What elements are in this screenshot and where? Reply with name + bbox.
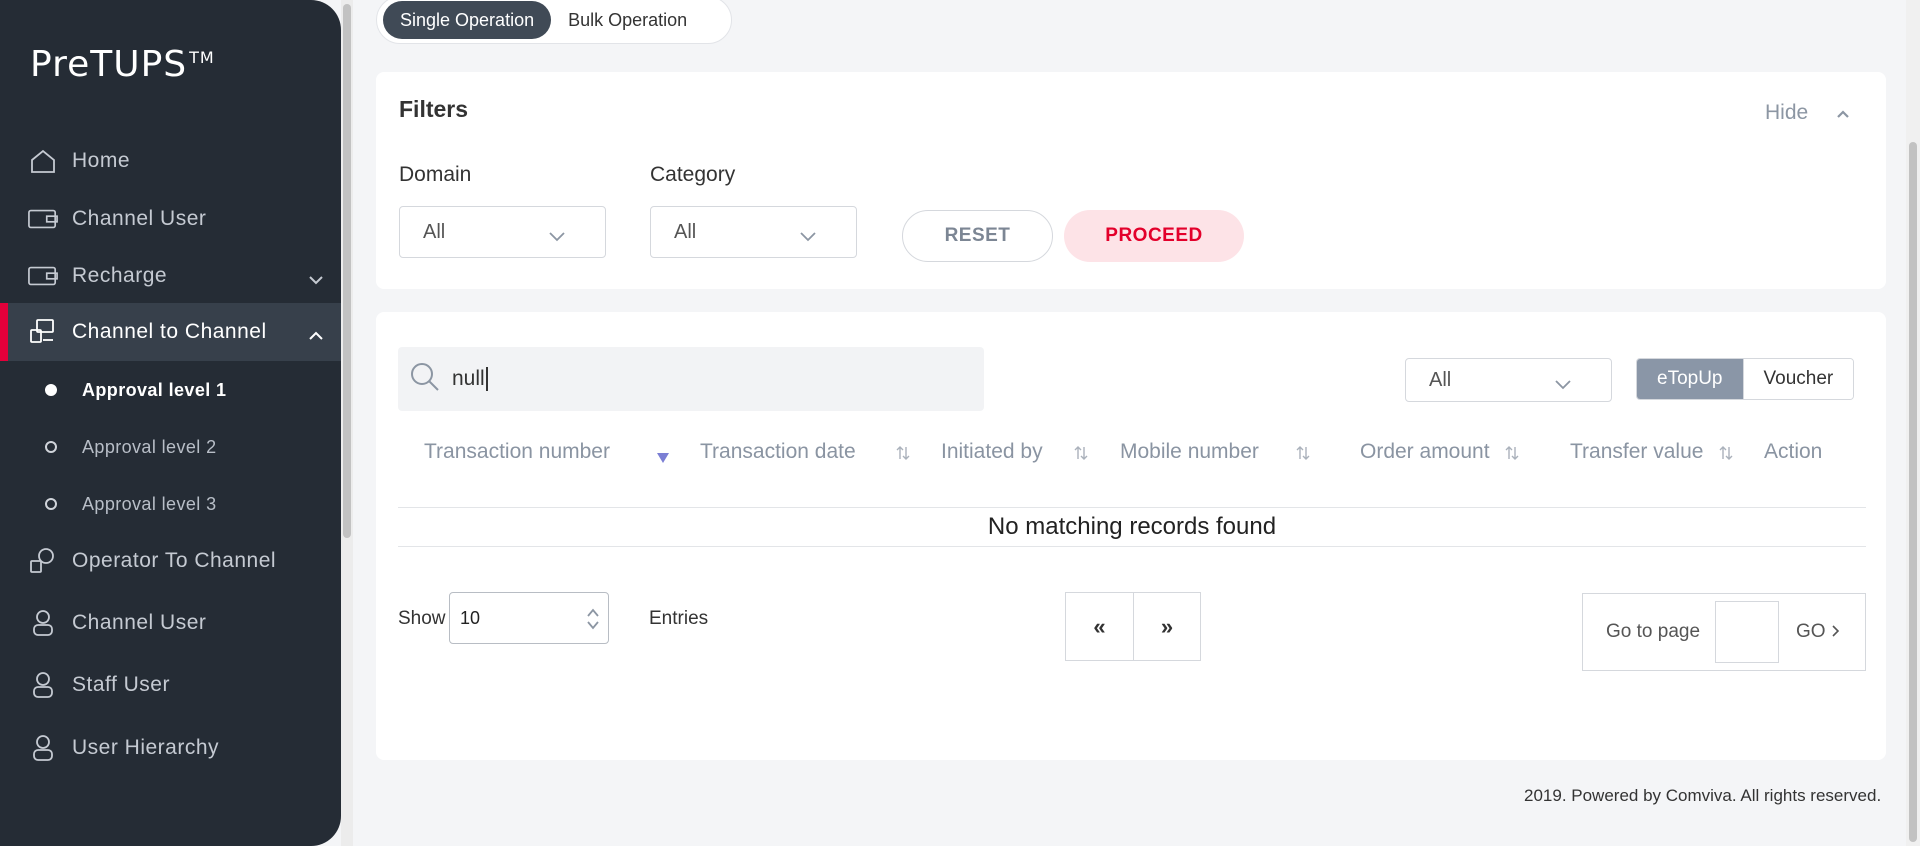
chevron-down-icon: [549, 225, 565, 248]
sidebar-item-label: Staff User: [72, 673, 170, 696]
domain-label: Domain: [399, 163, 472, 186]
category-value: All: [674, 220, 697, 243]
proceed-button[interactable]: PROCEED: [1064, 210, 1244, 262]
column-transfer-value[interactable]: Transfer value: [1570, 440, 1703, 464]
sidebar-item-label: Channel User: [72, 611, 207, 634]
next-page-button[interactable]: »: [1133, 593, 1200, 660]
bullet-icon: [45, 384, 57, 396]
chevron-right-icon: [1832, 621, 1840, 643]
domain-select[interactable]: All: [399, 206, 606, 258]
user-icon: [28, 733, 58, 763]
product-type-toggle: eTopUp Voucher: [1636, 358, 1855, 400]
sidebar-item-label: Operator To Channel: [72, 549, 277, 572]
entries-stepper[interactable]: 10: [449, 592, 609, 644]
sidebar-item-label: Home: [72, 149, 131, 172]
page-scrollbar-thumb[interactable]: [1909, 142, 1917, 842]
column-transaction-date[interactable]: Transaction date: [700, 440, 856, 464]
sidebar-subitem-approval-2[interactable]: Approval level 2: [0, 427, 341, 467]
etopup-tab[interactable]: eTopUp: [1637, 359, 1744, 399]
sidebar-item-channel-user-2[interactable]: Channel User: [0, 594, 341, 652]
transfer-icon: [28, 317, 58, 347]
user-icon: [28, 608, 58, 638]
reset-button[interactable]: RESET: [902, 210, 1053, 262]
sidebar-item-label: Recharge: [72, 264, 168, 287]
home-icon: [28, 146, 58, 176]
hide-label: Hide: [1765, 101, 1809, 124]
chevron-up-icon: [1836, 101, 1850, 125]
results-panel: null All eTopUp Voucher Transaction numb…: [376, 312, 1886, 760]
brand-logo: PreTUPS TM: [30, 44, 215, 85]
type-select[interactable]: All: [1405, 358, 1612, 402]
hide-filters-button[interactable]: Hide: [1765, 101, 1850, 125]
empty-table-message: No matching records found: [398, 508, 1866, 547]
sidebar-subitem-label: Approval level 2: [82, 436, 217, 457]
show-label: Show: [398, 608, 446, 629]
filters-title: Filters: [399, 96, 469, 122]
chevron-down-icon: [309, 267, 323, 291]
search-icon: [410, 362, 440, 397]
type-select-value: All: [1429, 368, 1452, 391]
sort-icon[interactable]: [1296, 446, 1310, 465]
chevron-up-icon: [309, 323, 323, 347]
sidebar-item-user-hierarchy[interactable]: User Hierarchy: [0, 719, 341, 777]
sidebar-subitem-label: Approval level 1: [82, 379, 227, 400]
go-label: GO: [1796, 621, 1826, 642]
filters-panel: Filters Hide Domain All Category All RES…: [376, 72, 1886, 289]
sort-icon[interactable]: [1505, 446, 1519, 465]
bulk-operation-button[interactable]: Bulk Operation: [551, 1, 704, 39]
go-button[interactable]: GO: [1796, 621, 1840, 643]
column-transaction-number[interactable]: Transaction number: [424, 440, 610, 464]
prev-page-button[interactable]: «: [1066, 593, 1133, 660]
sidebar-item-label: Channel to Channel: [72, 320, 267, 343]
sidebar: PreTUPS TM Home Channel User Recharge Cha…: [0, 0, 341, 846]
table-header: Transaction number Transaction date Init…: [398, 412, 1866, 508]
user-icon: [28, 670, 58, 700]
transfer-icon: [28, 546, 58, 576]
sidebar-item-channel-to-channel[interactable]: Channel to Channel: [0, 303, 341, 361]
sidebar-item-recharge[interactable]: Recharge: [0, 247, 341, 305]
spinner-icon[interactable]: [586, 607, 600, 636]
entries-label: Entries: [649, 608, 709, 629]
search-value: null: [452, 367, 488, 391]
sidebar-item-channel-user[interactable]: Channel User: [0, 190, 341, 248]
category-select[interactable]: All: [650, 206, 857, 258]
sidebar-item-operator-to-channel[interactable]: Operator To Channel: [0, 532, 341, 590]
sidebar-subitem-approval-1[interactable]: Approval level 1: [0, 370, 341, 410]
single-operation-button[interactable]: Single Operation: [383, 1, 552, 39]
sidebar-item-label: User Hierarchy: [72, 736, 220, 759]
sidebar-subitem-approval-3[interactable]: Approval level 3: [0, 484, 341, 524]
sort-icon[interactable]: [1719, 446, 1733, 465]
chevron-down-icon: [1555, 373, 1571, 396]
voucher-tab[interactable]: Voucher: [1743, 359, 1854, 399]
column-action: Action: [1764, 440, 1823, 463]
sort-desc-icon[interactable]: [657, 450, 669, 468]
footer-copyright: 2019. Powered by Comviva. All rights res…: [1524, 786, 1882, 805]
pagination: « »: [1065, 592, 1201, 661]
column-mobile-number[interactable]: Mobile number: [1120, 440, 1259, 464]
bullet-icon: [45, 441, 57, 453]
sort-icon[interactable]: [896, 446, 910, 465]
domain-value: All: [423, 220, 446, 243]
sidebar-item-home[interactable]: Home: [0, 132, 341, 190]
go-to-page: Go to page GO: [1582, 593, 1866, 671]
sidebar-item-staff-user[interactable]: Staff User: [0, 656, 341, 714]
operation-toggle: Single Operation Bulk Operation: [376, 0, 732, 44]
sidebar-scrollbar-thumb[interactable]: [343, 4, 351, 538]
wallet-icon: [28, 204, 58, 234]
page-number-input[interactable]: [1715, 601, 1780, 663]
category-label: Category: [650, 163, 736, 186]
chevron-down-icon: [800, 225, 816, 248]
go-to-page-label: Go to page: [1606, 621, 1701, 642]
bullet-icon: [45, 498, 57, 510]
column-initiated-by[interactable]: Initiated by: [941, 440, 1043, 464]
column-order-amount[interactable]: Order amount: [1360, 440, 1490, 464]
sidebar-subitem-label: Approval level 3: [82, 493, 217, 514]
sort-icon[interactable]: [1074, 446, 1088, 465]
search-input[interactable]: null: [398, 347, 984, 411]
entries-value: 10: [460, 607, 481, 628]
wallet-icon: [28, 261, 58, 291]
sidebar-item-label: Channel User: [72, 207, 207, 230]
